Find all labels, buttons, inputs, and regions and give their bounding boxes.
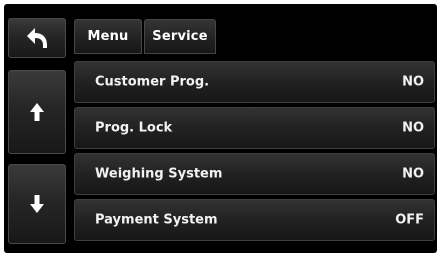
tab-menu[interactable]: Menu <box>74 19 142 54</box>
scroll-up-button[interactable] <box>8 70 66 154</box>
setting-value: NO <box>402 166 424 182</box>
setting-value: NO <box>402 74 424 90</box>
back-arrow-icon <box>24 26 50 50</box>
tab-menu-label: Menu <box>87 29 129 44</box>
setting-label: Prog. Lock <box>95 120 173 136</box>
arrow-up-icon <box>29 102 45 122</box>
setting-label: Customer Prog. <box>95 74 210 90</box>
setting-label: Weighing System <box>95 166 223 182</box>
back-button[interactable] <box>8 18 66 58</box>
settings-list: Customer Prog. NO Prog. Lock NO Weighing… <box>74 61 435 245</box>
setting-row-weighing-system[interactable]: Weighing System NO <box>74 153 435 195</box>
tab-service-label: Service <box>152 29 208 44</box>
setting-row-payment-system[interactable]: Payment System OFF <box>74 199 435 241</box>
arrow-down-icon <box>29 194 45 214</box>
service-menu-screen: Menu Service Customer Prog. NO Prog. Loc… <box>4 4 437 253</box>
tab-service[interactable]: Service <box>144 19 216 54</box>
setting-row-prog-lock[interactable]: Prog. Lock NO <box>74 107 435 149</box>
setting-row-customer-prog[interactable]: Customer Prog. NO <box>74 61 435 103</box>
scroll-down-button[interactable] <box>8 164 66 244</box>
setting-value: OFF <box>395 212 424 228</box>
setting-value: NO <box>402 120 424 136</box>
setting-label: Payment System <box>95 212 218 228</box>
